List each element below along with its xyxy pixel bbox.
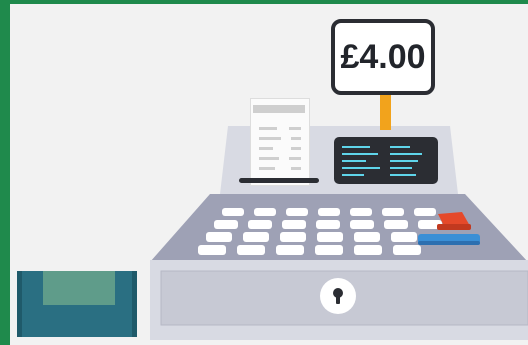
key	[414, 208, 436, 216]
key	[214, 220, 238, 229]
key	[350, 220, 374, 229]
cash-box-icon	[17, 271, 137, 337]
key	[393, 245, 421, 255]
receipt-icon	[250, 98, 310, 186]
key	[354, 232, 380, 242]
key	[316, 220, 340, 229]
key	[243, 232, 269, 242]
key	[315, 245, 343, 255]
key	[350, 208, 372, 216]
sign-post	[380, 95, 391, 130]
key	[206, 232, 232, 242]
receipt-slot	[239, 178, 319, 183]
key	[286, 208, 308, 216]
red-key-edge	[437, 224, 471, 230]
blue-key-edge	[418, 241, 480, 245]
key	[237, 245, 265, 255]
key	[248, 220, 272, 229]
key	[280, 232, 306, 242]
key	[276, 245, 304, 255]
illustration-frame: £4.00	[10, 4, 528, 345]
price-sign: £4.00	[331, 19, 435, 95]
key	[382, 208, 404, 216]
key	[354, 245, 382, 255]
key	[254, 208, 276, 216]
key	[222, 208, 244, 216]
key	[282, 220, 306, 229]
key	[318, 208, 340, 216]
key	[198, 245, 226, 255]
register-display	[334, 137, 438, 184]
key	[391, 232, 417, 242]
key	[317, 232, 343, 242]
key	[384, 220, 408, 229]
keyhole-icon[interactable]	[320, 278, 356, 314]
